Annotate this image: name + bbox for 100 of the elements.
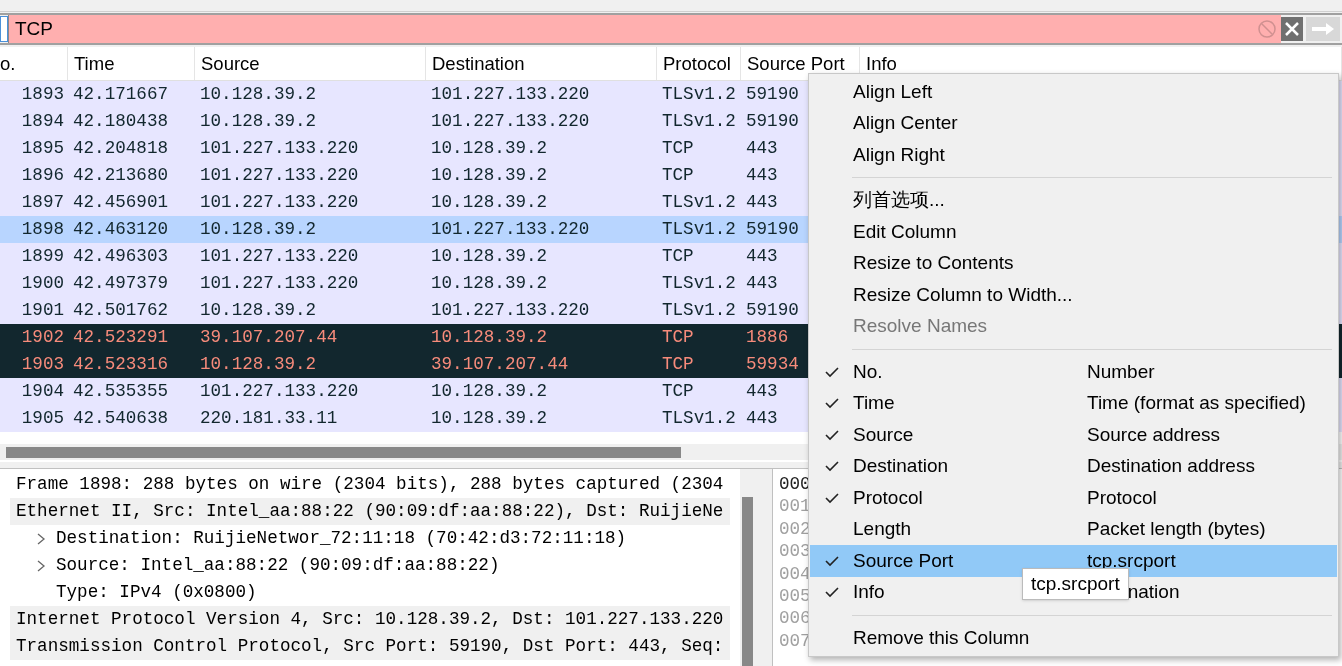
column-description: Protocol [1087,485,1157,510]
table-cell-text: TLSv1.2 [661,83,737,107]
table-cell-text: 10.128.39.2 [430,164,549,188]
close-icon[interactable] [1281,17,1303,41]
table-cell-text: 443 [745,191,779,215]
table-cell-text: 42.496303 [72,245,170,269]
table-cell-text: 10.128.39.2 [430,272,549,296]
table-cell-text: 39.107.207.44 [199,326,339,350]
table-cell-text: 10.128.39.2 [199,353,318,377]
menu-item[interactable]: Destination Destination address [810,450,1337,482]
table-cell-text: TCP [661,164,695,188]
table-cell-text: 42.535355 [72,380,170,404]
chevron-right-icon[interactable] [36,531,46,546]
table-cell-text: 1900 [20,272,65,296]
table-cell-text: TLSv1.2 [661,110,737,134]
table-cell-text: 101.227.133.220 [430,110,591,134]
table-cell-text: 1905 [20,407,65,431]
table-cell-text: 10.128.39.2 [199,299,318,323]
table-cell-text: 1897 [20,191,65,215]
table-cell-text: 443 [745,272,779,296]
tree-item[interactable]: Source: Intel_aa:88:22 (90:09:df:aa:88:22) [56,552,500,579]
table-cell-text: 1893 [20,83,65,107]
menu-item[interactable]: Source Port tcp.srcport [810,545,1337,577]
menu-item[interactable]: Info [853,578,885,607]
table-cell-text: 42.456901 [72,191,170,215]
bookmark-button[interactable] [0,16,8,42]
column-header[interactable]: Source Port [741,49,845,78]
column-header[interactable]: Destination [426,49,525,78]
table-cell-text: 42.501762 [72,299,170,323]
hex-offset: 007 [779,629,811,653]
table-cell-text: 42.213680 [72,164,170,188]
column-description: Destination address [1087,454,1255,478]
table-cell-text: 10.128.39.2 [199,110,318,134]
table-cell-text: 42.497379 [72,272,170,296]
table-cell-text: 1903 [20,353,65,377]
table-cell-text: TCP [661,326,695,350]
table-cell-text: TCP [661,380,695,404]
tree-item[interactable]: Ethernet II, Src: Intel_aa:88:22 (90:09:df:aa:88:22), Dst: RuijieNe [10,498,730,525]
column-header[interactable]: Source [195,49,260,78]
table-cell-text: 10.128.39.2 [199,218,318,242]
table-cell-text: 10.128.39.2 [430,326,549,350]
table-cell-text: 42.171667 [72,83,170,107]
table-cell-text: 42.204818 [72,137,170,161]
table-cell-text: 1886 [745,326,790,350]
table-cell-text: 42.540638 [72,407,170,431]
table-cell-text: 101.227.133.220 [199,191,360,215]
table-cell-text: 42.463120 [72,218,170,242]
column-description: nation [1127,580,1180,604]
column-header[interactable]: Info [860,49,897,78]
table-cell-text: 101.227.133.220 [199,245,360,269]
chevron-right-icon[interactable] [36,558,46,573]
table-cell-text: 101.227.133.220 [199,164,360,188]
table-cell-text: TLSv1.2 [661,407,737,431]
table-cell-text: 1898 [20,218,65,242]
hex-offset: 004 [779,562,811,585]
tree-item[interactable]: Transmission Control Protocol, Src Port: 59190, Dst Port: 443, Seq: [10,633,730,660]
table-cell-text: 101.227.133.220 [199,137,360,161]
table-cell-text: 1894 [20,110,65,134]
table-cell-text: 1901 [20,299,65,323]
table-cell-text: TLSv1.2 [661,191,737,215]
table-cell-text: 101.227.133.220 [430,218,591,242]
table-cell-text: 1902 [20,326,65,350]
tree-item[interactable]: Internet Protocol Version 4, Src: 10.128.39.2, Dst: 101.227.133.220 [10,606,730,633]
table-cell-text: 10.128.39.2 [430,137,549,161]
hex-offset: 002 [779,517,811,541]
table-cell-text: 443 [745,407,779,431]
column-header[interactable]: Protocol [657,49,731,78]
table-cell-text: 10.128.39.2 [430,407,549,431]
table-cell-text: 101.227.133.220 [199,272,360,296]
table-cell-text: TLSv1.2 [661,272,737,296]
table-cell-text: 101.227.133.220 [430,83,591,107]
tree-item[interactable]: Type: IPv4 (0x0800) [56,579,257,606]
table-cell-text: 220.181.33.11 [199,407,339,431]
column-header[interactable]: o. [0,49,16,78]
menu-item[interactable]: Remove this Column [809,622,1338,654]
table-cell-text: 1896 [20,164,65,188]
table-cell-text: 10.128.39.2 [199,83,318,107]
table-cell-text: TCP [661,137,695,161]
tree-item[interactable]: Destination: RuijieNetwor_72:11:18 (70:42:d3:72:11:18) [56,525,627,552]
table-cell-text: TCP [661,245,695,269]
table-cell-text: TCP [661,353,695,377]
table-cell-text: 443 [745,164,779,188]
vertical-scrollbar[interactable] [740,469,754,666]
hex-offset: 005 [779,584,811,608]
table-cell-text: 10.128.39.2 [430,380,549,404]
table-cell-text: 42.523291 [72,326,170,350]
menu-item[interactable]: Length Packet length (bytes) [810,513,1337,545]
table-cell-text: 101.227.133.220 [430,299,591,323]
table-cell-text: 10.128.39.2 [430,245,549,269]
menu-item[interactable]: Protocol Protocol [810,482,1337,514]
table-cell-text: TLSv1.2 [661,218,737,242]
scrollbar-thumb[interactable] [741,497,753,666]
table-cell-text: TLSv1.2 [661,299,737,323]
scrollbar-thumb[interactable] [6,446,681,458]
table-cell-text: 1895 [20,137,65,161]
hex-offset: 001 [779,495,811,518]
table-cell-text: 42.180438 [72,110,170,134]
table-cell-text: 10.128.39.2 [430,191,549,215]
table-cell-text: 39.107.207.44 [430,353,570,377]
column-header[interactable]: Time [68,49,115,78]
